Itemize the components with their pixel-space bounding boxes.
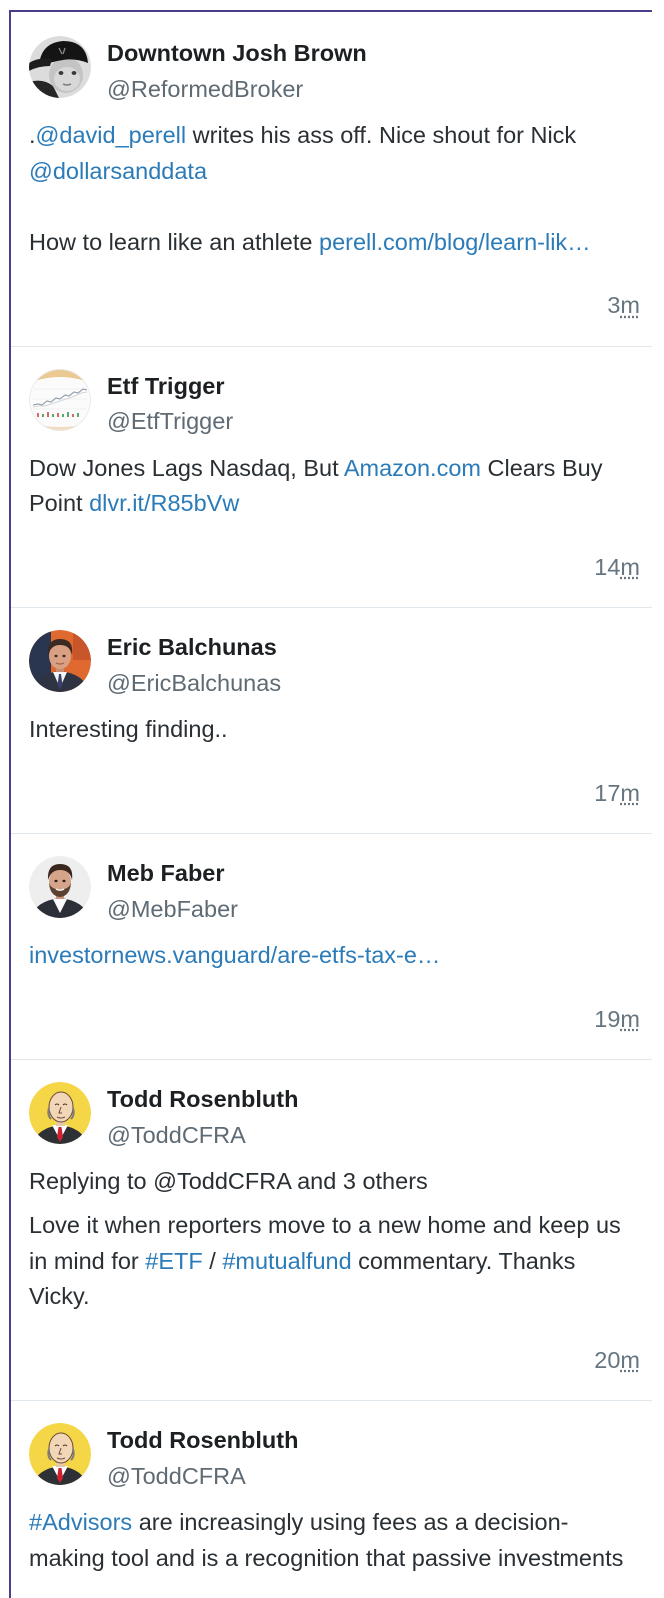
timestamp-link[interactable]: 14m xyxy=(594,554,640,580)
text-segment: in mind for xyxy=(29,1247,146,1274)
time-value: 14 xyxy=(594,553,621,580)
url-link[interactable]: dlvr.it/R85bVw xyxy=(89,490,239,516)
text-line: Point dlvr.it/R85bVw xyxy=(29,486,640,522)
timestamp: 14m xyxy=(29,550,640,586)
text-line: making tool and is a recognition that pa… xyxy=(29,1541,640,1577)
tweet-author[interactable]: Todd Rosenbluth @ToddCFRA xyxy=(29,1082,640,1153)
author-name[interactable]: Meb Faber xyxy=(107,856,640,892)
tweet-timeline: Downtown Josh Brown @ReformedBroker .@da… xyxy=(9,10,652,1598)
tweet-text: Interesting finding.. xyxy=(29,712,640,748)
tweet-text: .@david_perell writes his ass off. Nice … xyxy=(29,118,640,260)
author-name[interactable]: Etf Trigger xyxy=(107,369,640,405)
profile-photo-icon xyxy=(29,856,91,918)
author-handle[interactable]: @ToddCFRA xyxy=(107,1459,640,1495)
avatar-meb-faber[interactable] xyxy=(29,856,91,918)
tweet-author[interactable]: Eric Balchunas @EricBalchunas xyxy=(29,630,640,701)
tweet[interactable]: Downtown Josh Brown @ReformedBroker .@da… xyxy=(11,12,652,347)
text-line: @dollarsanddata xyxy=(29,154,640,190)
profile-photo-icon xyxy=(29,630,91,692)
text-segment: Point xyxy=(29,490,90,516)
tweet[interactable]: Todd Rosenbluth @ToddCFRA #Advisors are … xyxy=(11,1401,652,1598)
text-line: in mind for #ETF / #mutualfund commentar… xyxy=(29,1244,640,1280)
time-value: 17 xyxy=(594,779,621,806)
author-name[interactable]: Downtown Josh Brown xyxy=(107,36,640,72)
text-segment: Vicky. xyxy=(29,1283,90,1309)
avatar-downtown-josh-brown[interactable] xyxy=(29,36,91,98)
text-segment: / xyxy=(202,1247,223,1274)
timestamp: 17m xyxy=(29,776,640,812)
tweet[interactable]: Eric Balchunas @EricBalchunas Interestin… xyxy=(11,608,652,834)
author-handle[interactable]: @ReformedBroker xyxy=(107,72,640,108)
author-handle[interactable]: @EricBalchunas xyxy=(107,666,640,702)
author-handle[interactable]: @EtfTrigger xyxy=(107,404,640,440)
text-segment: Interesting finding.. xyxy=(29,716,228,742)
text-segment: are increasingly using fees as a decisio… xyxy=(132,1509,569,1535)
text-segment: writes his ass off. Nice shout for Nick xyxy=(186,122,577,148)
timestamp-link[interactable]: 20m xyxy=(594,1347,640,1373)
mention-link[interactable]: @dollarsanddata xyxy=(29,158,207,184)
timestamp: 20m xyxy=(29,1343,640,1379)
time-value: 3 xyxy=(607,292,621,318)
avatar-etf-trigger[interactable] xyxy=(29,368,91,431)
timestamp-link[interactable]: 3m xyxy=(607,292,640,318)
text-segment: commentary. Thanks xyxy=(351,1247,576,1274)
avatar-eric-balchunas[interactable] xyxy=(29,630,91,692)
tweet-author[interactable]: Downtown Josh Brown @ReformedBroker xyxy=(29,36,640,107)
url-link[interactable]: investornews.vanguard/are-etfs-tax-e… xyxy=(29,942,440,968)
time-unit: m xyxy=(620,292,640,318)
timestamp-link[interactable]: 19m xyxy=(594,1006,640,1032)
tweet-author[interactable]: Etf Trigger @EtfTrigger xyxy=(29,368,640,440)
time-unit: m xyxy=(620,1005,640,1032)
text-line: .@david_perell writes his ass off. Nice … xyxy=(29,118,640,154)
tweet-text: investornews.vanguard/are-etfs-tax-e… xyxy=(29,938,640,974)
time-unit: m xyxy=(620,779,640,806)
text-line: Vicky. xyxy=(29,1279,640,1315)
timestamp-link[interactable]: 17m xyxy=(594,780,640,806)
time-value: 20 xyxy=(594,1346,621,1373)
url-link[interactable]: Amazon.com xyxy=(344,455,481,481)
author-name[interactable]: Todd Rosenbluth xyxy=(107,1082,640,1118)
text-line: investornews.vanguard/are-etfs-tax-e… xyxy=(29,938,640,974)
tweet-text: Dow Jones Lags Nasdaq, But Amazon.com Cl… xyxy=(29,451,640,522)
url-link[interactable]: perell.com/blog/learn-lik… xyxy=(319,229,591,255)
text-line: How to learn like an athlete perell.com/… xyxy=(29,225,640,261)
text-segment: Clears Buy xyxy=(480,454,603,481)
hashtag-link[interactable]: #mutualfund xyxy=(222,1248,351,1274)
author-handle[interactable]: @ToddCFRA xyxy=(107,1118,640,1154)
text-segment: making tool and is a recognition that pa… xyxy=(29,1544,624,1571)
timestamp: 3m xyxy=(29,288,640,324)
time-unit: m xyxy=(620,1346,640,1373)
author-name[interactable]: Todd Rosenbluth xyxy=(107,1423,640,1459)
tweet[interactable]: Etf Trigger @EtfTrigger Dow Jones Lags N… xyxy=(11,347,652,608)
mention-link[interactable]: @david_perell xyxy=(36,122,187,148)
tweet-author[interactable]: Meb Faber @MebFaber xyxy=(29,856,640,927)
stock-chart-icon xyxy=(29,368,91,431)
timestamp: 19m xyxy=(29,1002,640,1038)
text-segment: Dow Jones Lags Nasdaq, But xyxy=(29,454,344,481)
text-line: Dow Jones Lags Nasdaq, But Amazon.com Cl… xyxy=(29,451,640,487)
text-segment: How to learn like an athlete xyxy=(29,228,319,255)
avatar-todd-rosenbluth[interactable] xyxy=(29,1423,91,1485)
reply-context[interactable]: Replying to @ToddCFRA and 3 others xyxy=(29,1164,640,1200)
text-line: Interesting finding.. xyxy=(29,712,640,748)
author-name[interactable]: Eric Balchunas xyxy=(107,630,640,666)
tweet-text: #Advisors are increasingly using fees as… xyxy=(29,1505,640,1576)
tweet[interactable]: Meb Faber @MebFaber investornews.vanguar… xyxy=(11,834,652,1060)
hashtag-link[interactable]: #Advisors xyxy=(29,1509,132,1535)
tweet-text: Love it when reporters move to a new hom… xyxy=(29,1208,640,1315)
hashtag-link[interactable]: #ETF xyxy=(145,1248,202,1274)
text-line: Love it when reporters move to a new hom… xyxy=(29,1208,640,1244)
text-line: #Advisors are increasingly using fees as… xyxy=(29,1505,640,1541)
avatar-todd-rosenbluth[interactable] xyxy=(29,1082,91,1144)
tweet-author[interactable]: Todd Rosenbluth @ToddCFRA xyxy=(29,1423,640,1494)
author-handle[interactable]: @MebFaber xyxy=(107,892,640,928)
text-segment: Love it when reporters move to a new hom… xyxy=(29,1212,621,1238)
caricature-portrait-icon xyxy=(29,1423,91,1485)
time-unit: m xyxy=(620,553,640,580)
time-value: 19 xyxy=(594,1005,621,1032)
tweet[interactable]: Todd Rosenbluth @ToddCFRA Replying to @T… xyxy=(11,1060,652,1401)
caricature-portrait-icon xyxy=(29,1082,91,1144)
profile-photo-icon xyxy=(29,36,91,98)
